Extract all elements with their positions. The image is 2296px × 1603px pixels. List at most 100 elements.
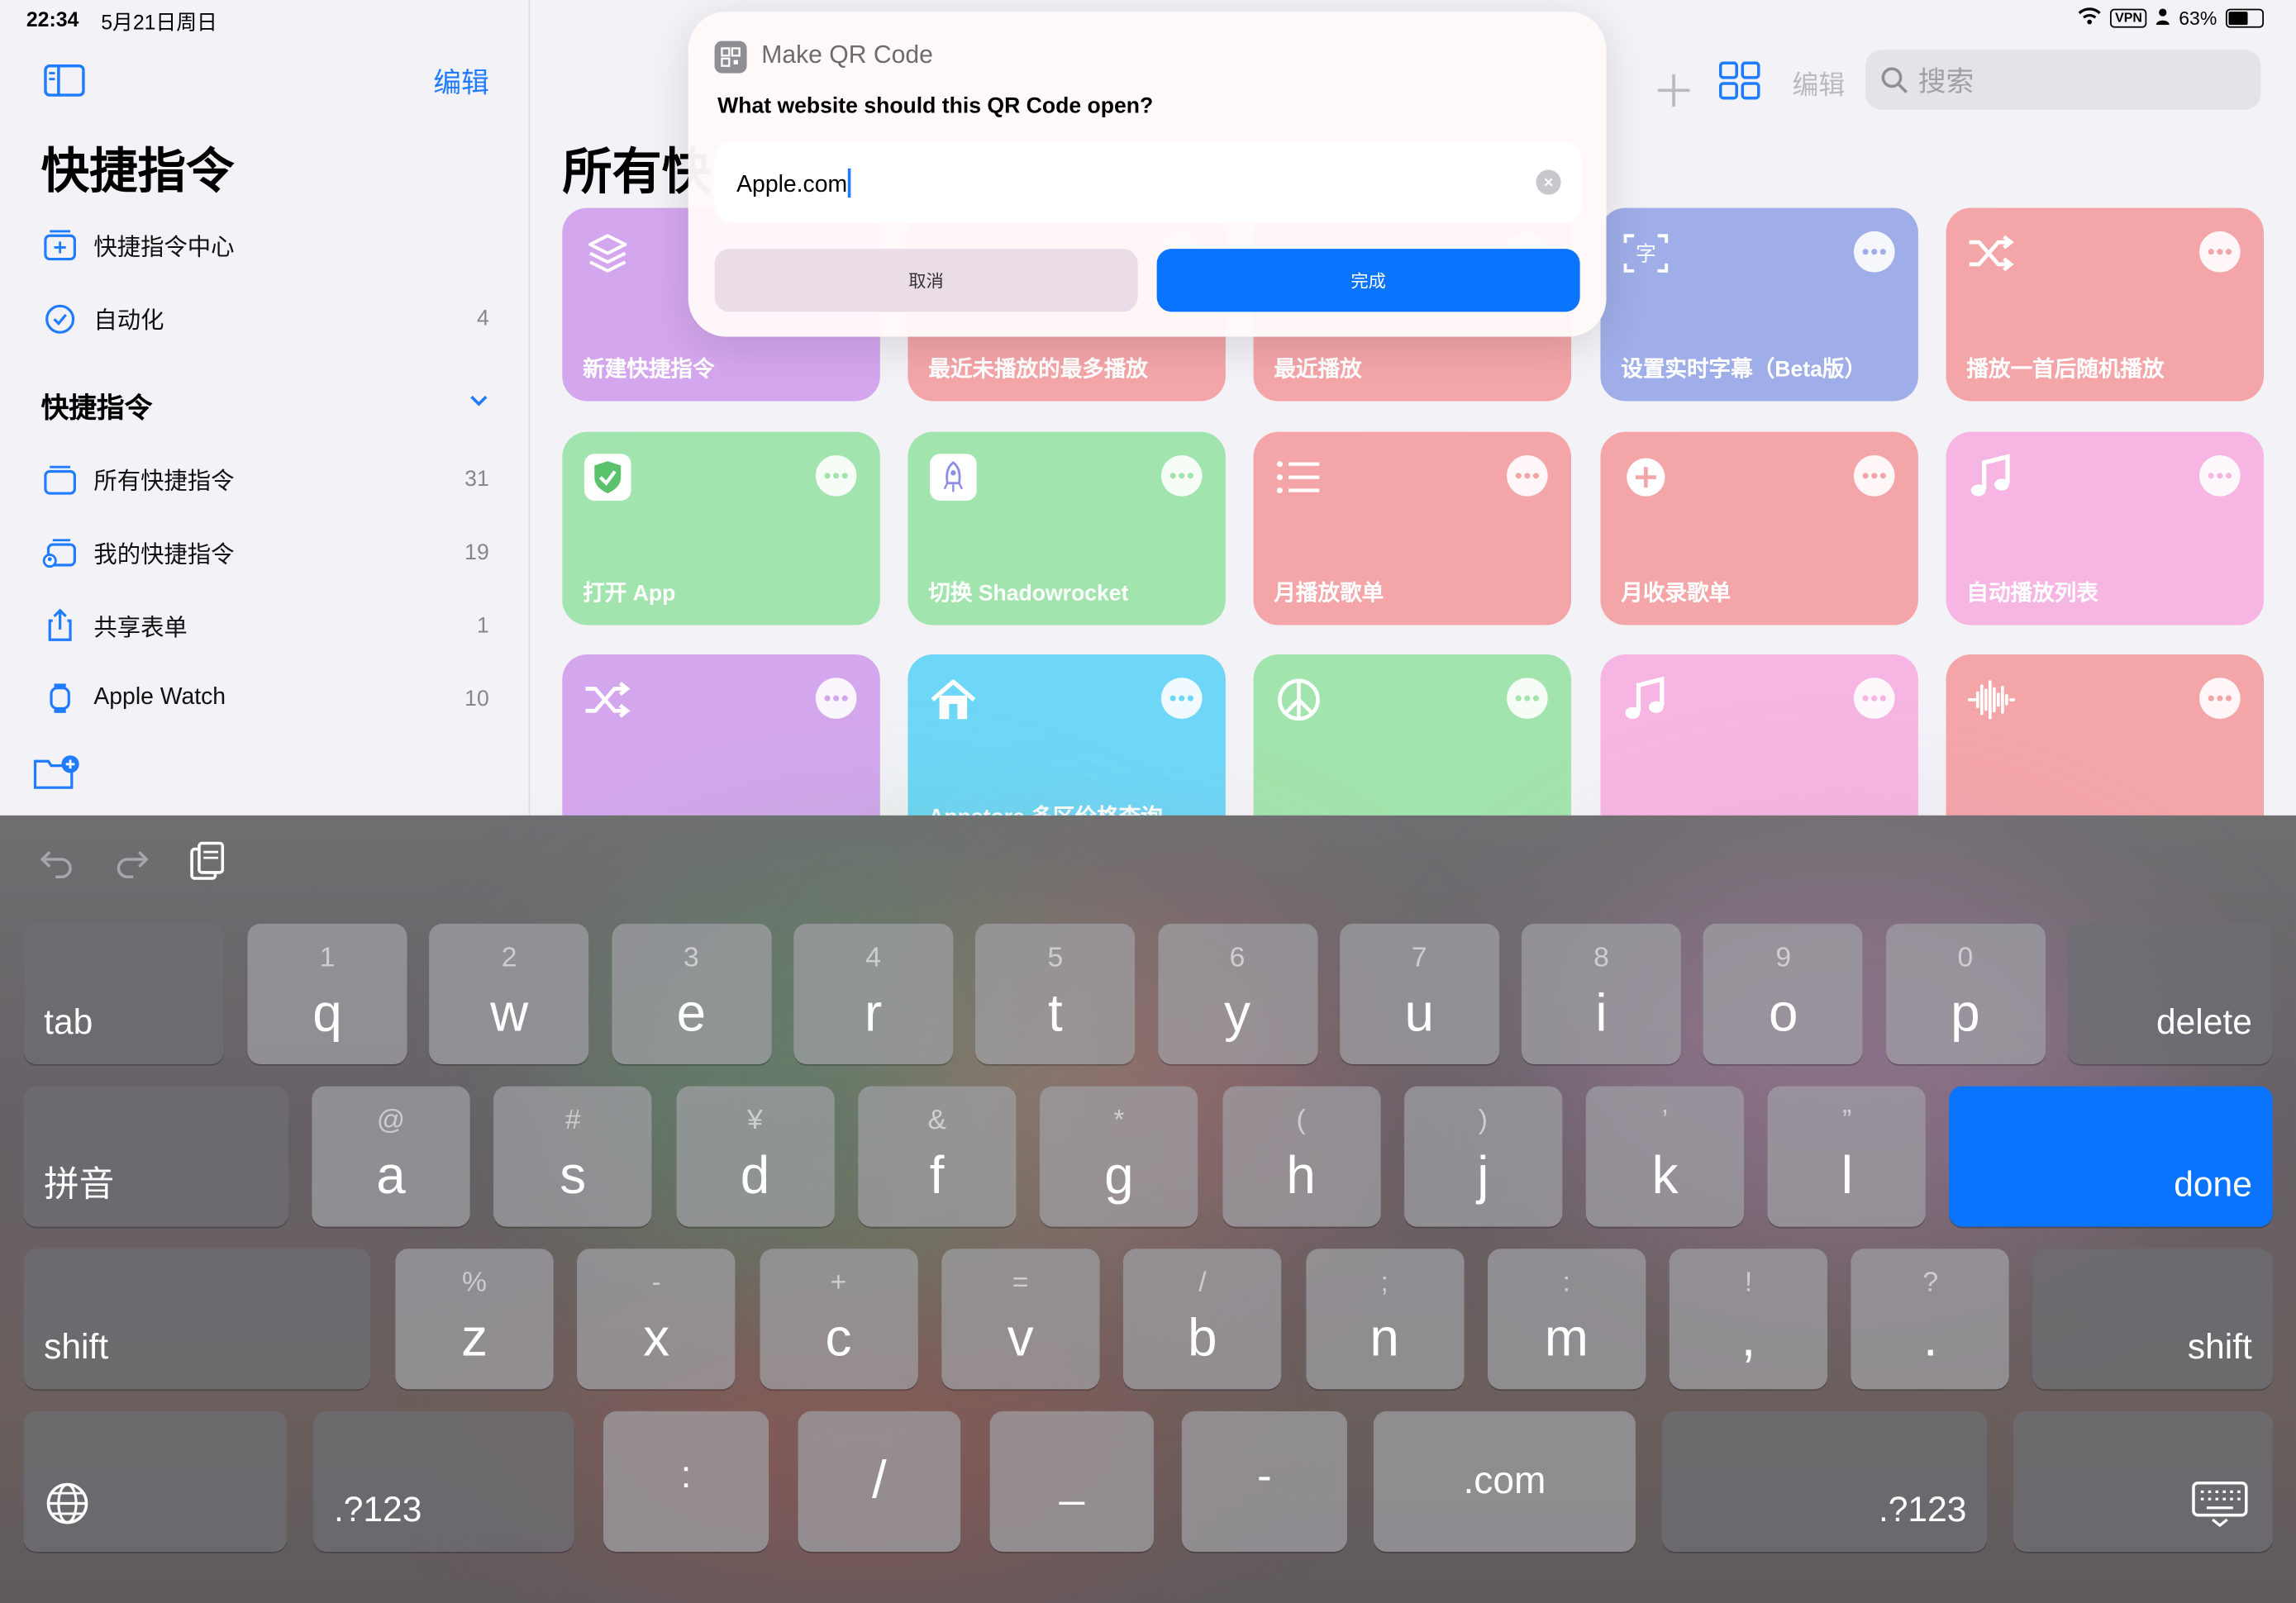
sidebar-item-all-shortcuts[interactable]: 所有快捷指令 31 xyxy=(41,457,495,501)
delete-key[interactable]: delete xyxy=(2067,923,2273,1065)
key-z[interactable]: % z xyxy=(395,1249,554,1390)
shortcut-card-label: 切换 Shadowrocket xyxy=(928,581,1129,606)
key-f[interactable]: & f xyxy=(858,1086,1017,1227)
done-button[interactable]: 完成 xyxy=(1156,249,1580,312)
tab-key[interactable]: tab xyxy=(23,923,225,1065)
more-icon[interactable] xyxy=(2199,231,2241,273)
sidebar-toggle-icon[interactable] xyxy=(44,64,85,104)
key-s[interactable]: # s xyxy=(493,1086,652,1227)
key-a[interactable]: @ a xyxy=(312,1086,470,1227)
search-field[interactable]: 搜索 xyxy=(1865,50,2261,110)
colon-key[interactable]: : xyxy=(603,1410,769,1552)
key-e[interactable]: 3e xyxy=(611,923,771,1065)
paste-icon[interactable] xyxy=(188,836,226,889)
key-comma[interactable]: !, xyxy=(1669,1249,1828,1390)
key-c[interactable]: + c xyxy=(759,1249,918,1390)
shortcut-card[interactable]: 切换 Shadowrocket xyxy=(907,431,1226,626)
key-h[interactable]: (h xyxy=(1222,1086,1380,1227)
new-folder-icon[interactable] xyxy=(32,754,82,799)
sidebar-item-label: 所有快捷指令 xyxy=(93,469,235,495)
key-v[interactable]: = v xyxy=(941,1249,1100,1390)
more-icon[interactable] xyxy=(2199,678,2241,719)
more-icon[interactable] xyxy=(1853,454,1895,497)
more-icon[interactable] xyxy=(1853,678,1895,719)
shift-right-key[interactable]: shift xyxy=(2032,1249,2273,1390)
key-k[interactable]: ’ k xyxy=(1585,1086,1745,1227)
dotcom-key[interactable]: .com xyxy=(1373,1410,1636,1552)
battery-percent: 63% xyxy=(2179,7,2217,30)
key-j[interactable]: ) j xyxy=(1403,1086,1563,1227)
url-input[interactable]: Apple.com × xyxy=(714,141,1582,223)
more-icon[interactable] xyxy=(1507,678,1548,719)
key-label: u xyxy=(1404,982,1435,1043)
pinyin-key[interactable]: 拼音 xyxy=(23,1086,289,1227)
key-o[interactable]: 9o xyxy=(1703,923,1864,1065)
key-label: / xyxy=(872,1448,887,1510)
shift-left-key[interactable]: shift xyxy=(23,1249,371,1390)
undo-icon[interactable] xyxy=(38,836,76,889)
key-b[interactable]: / b xyxy=(1123,1249,1282,1390)
sidebar-item-apple-watch[interactable]: Apple Watch 10 xyxy=(41,677,495,721)
redo-icon[interactable] xyxy=(112,836,150,889)
sidebar-item-gallery[interactable]: 快捷指令中心 xyxy=(41,222,495,266)
chevron-down-icon[interactable] xyxy=(469,389,489,412)
key-label: y xyxy=(1224,982,1251,1043)
numbers-left-key[interactable]: .?123 xyxy=(313,1410,574,1552)
key-t[interactable]: 5t xyxy=(975,923,1136,1065)
more-icon[interactable] xyxy=(815,678,857,719)
key-i[interactable]: 8i xyxy=(1521,923,1682,1065)
key-g[interactable]: * g xyxy=(1040,1086,1198,1227)
main-edit-button[interactable]: 编辑 xyxy=(1793,64,1846,102)
key-label: l xyxy=(1841,1144,1853,1206)
done-key[interactable]: done xyxy=(1949,1086,2273,1227)
key-q[interactable]: 1q xyxy=(247,923,407,1065)
globe-key[interactable] xyxy=(23,1410,288,1552)
key-label: i xyxy=(1595,982,1608,1043)
underscore-key[interactable]: _ xyxy=(989,1410,1155,1552)
key-l[interactable]: ” l xyxy=(1768,1086,1927,1227)
slash-key[interactable]: / xyxy=(798,1410,961,1552)
key-u[interactable]: 7u xyxy=(1339,923,1499,1065)
key-d[interactable]: ¥ d xyxy=(675,1086,835,1227)
shortcut-card[interactable]: 月播放歌单 xyxy=(1253,431,1572,626)
more-icon[interactable] xyxy=(1160,678,1203,719)
numbers-right-key[interactable]: .?123 xyxy=(1661,1410,1988,1552)
clear-icon[interactable]: × xyxy=(1536,169,1561,195)
key-n[interactable]: ; n xyxy=(1305,1249,1464,1390)
grid-view-icon[interactable] xyxy=(1718,61,1760,107)
key-label: - xyxy=(1256,1452,1272,1501)
sidebar-section-title[interactable]: 快捷指令 xyxy=(41,387,153,426)
key-label: , xyxy=(1741,1307,1756,1368)
more-icon[interactable] xyxy=(2199,454,2241,497)
key-p[interactable]: 0p xyxy=(1885,923,2046,1065)
hide-keyboard-key[interactable] xyxy=(2013,1410,2273,1552)
sidebar-item-automation[interactable]: 自动化 4 xyxy=(41,296,495,340)
status-time: 22:34 xyxy=(26,7,79,31)
more-icon[interactable] xyxy=(1160,454,1203,497)
key-w[interactable]: 2w xyxy=(429,923,589,1065)
add-shortcut-button[interactable]: ＋ xyxy=(1651,55,1695,120)
shortcut-card[interactable]: 自动播放列表 xyxy=(1946,431,2265,626)
key-alt-label: ¥ xyxy=(747,1105,763,1136)
shortcut-card[interactable]: 播放一首后随机播放 xyxy=(1946,207,2265,402)
shuffle-icon xyxy=(583,675,632,725)
cancel-button[interactable]: 取消 xyxy=(714,249,1138,312)
dash-key[interactable]: - xyxy=(1181,1410,1347,1552)
more-icon[interactable] xyxy=(1507,454,1548,497)
more-icon[interactable] xyxy=(1853,231,1895,273)
key-period[interactable]: ?. xyxy=(1851,1249,2010,1390)
key-alt-label: * xyxy=(1113,1105,1125,1136)
dialog-question: What website should this QR Code open? xyxy=(717,93,1154,119)
sidebar-item-my-shortcuts[interactable]: 我的快捷指令 19 xyxy=(41,530,495,573)
key-m[interactable]: :m xyxy=(1487,1249,1646,1390)
location-icon xyxy=(2155,7,2170,30)
shortcut-card[interactable]: 字设置实时字幕（Beta版） xyxy=(1600,207,1918,402)
key-r[interactable]: 4r xyxy=(793,923,954,1065)
sidebar-item-share-sheet[interactable]: 共享表单 1 xyxy=(41,603,495,647)
sidebar-edit-button[interactable]: 编辑 xyxy=(433,61,488,101)
shortcut-card[interactable]: 打开 App xyxy=(562,431,880,626)
key-x[interactable]: -x xyxy=(577,1249,736,1390)
shortcut-card[interactable]: 月收录歌单 xyxy=(1600,431,1918,626)
more-icon[interactable] xyxy=(815,454,857,497)
key-y[interactable]: 6y xyxy=(1157,923,1317,1065)
